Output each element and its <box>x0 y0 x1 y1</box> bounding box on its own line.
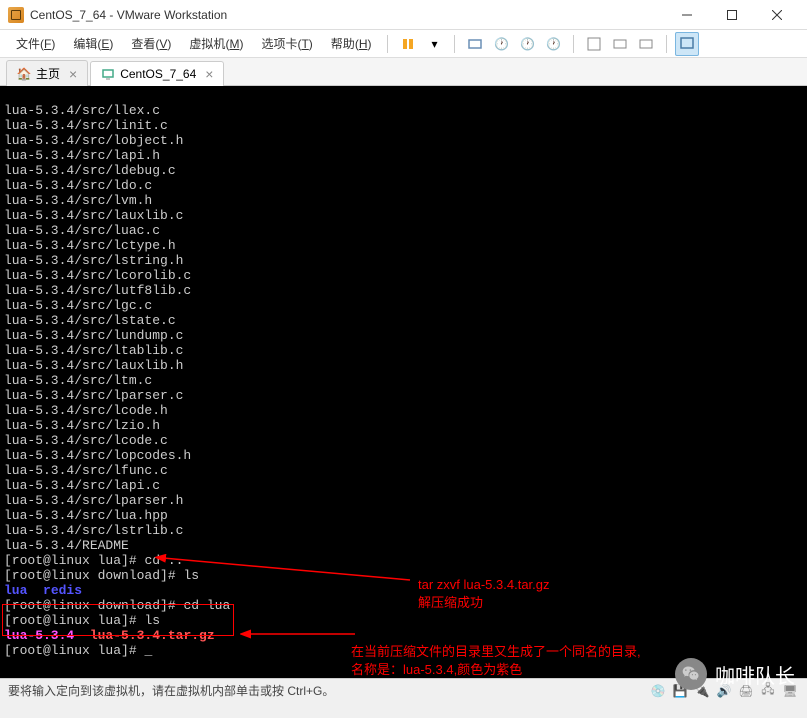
output-line: lua-5.3.4/src/lzio.h <box>4 418 160 433</box>
output-line: lua-5.3.4/src/lcode.c <box>4 433 168 448</box>
tab-label: CentOS_7_64 <box>120 67 196 81</box>
highlight-box <box>2 604 234 636</box>
annotation-bottom: 在当前压缩文件的目录里又生成了一个同名的目录, 名称是：lua-5.3.4,颜色… <box>351 643 641 678</box>
output-line: lua-5.3.4/src/lcorolib.c <box>4 268 191 283</box>
cursor: _ <box>144 643 152 658</box>
tab-label: 主页 <box>36 65 60 82</box>
prompt: [root@linux lua]# <box>4 643 144 658</box>
output-line: lua-5.3.4/src/lapi.c <box>4 478 160 493</box>
output-line: lua-5.3.4/src/lstrlib.c <box>4 523 183 538</box>
output-line: lua-5.3.4/src/ltm.c <box>4 373 152 388</box>
output-line: lua-5.3.4/src/lgc.c <box>4 298 152 313</box>
manage-button[interactable]: 🕐 <box>541 32 565 56</box>
tab-close-button[interactable]: × <box>205 66 213 82</box>
pause-button[interactable] <box>396 32 420 56</box>
cdrom-icon[interactable]: 💿 <box>649 682 667 700</box>
dropdown-button[interactable]: ▾ <box>422 32 446 56</box>
menu-file[interactable]: 文件(F) <box>8 31 63 56</box>
output-line: lua-5.3.4/README <box>4 538 129 553</box>
menu-edit[interactable]: 编辑(E) <box>65 31 121 56</box>
output-line: lua-5.3.4/src/lutf8lib.c <box>4 283 191 298</box>
command: ls <box>183 568 199 583</box>
snapshot-button[interactable]: 🕐 <box>489 32 513 56</box>
dir-name: redis <box>43 583 82 598</box>
output-line: lua-5.3.4/src/lstring.h <box>4 253 183 268</box>
menu-tabs[interactable]: 选项卡(T) <box>253 31 320 56</box>
vm-icon <box>101 67 115 81</box>
close-button[interactable] <box>754 1 799 29</box>
output-line: lua-5.3.4/src/ldebug.c <box>4 163 176 178</box>
window-controls <box>664 1 799 29</box>
output-line: lua-5.3.4/src/lobject.h <box>4 133 183 148</box>
output-line: lua-5.3.4/src/ltablib.c <box>4 343 183 358</box>
vmware-icon <box>8 7 24 23</box>
output-line: lua-5.3.4/src/ldo.c <box>4 178 152 193</box>
menu-help[interactable]: 帮助(H) <box>323 31 380 56</box>
tab-close-button[interactable]: × <box>69 66 77 82</box>
unity-button[interactable] <box>608 32 632 56</box>
output-line: lua-5.3.4/src/lapi.h <box>4 148 160 163</box>
prompt: [root@linux download]# <box>4 568 183 583</box>
tab-home[interactable]: 🏠 主页 × <box>6 60 88 86</box>
window-title: CentOS_7_64 - VMware Workstation <box>30 8 227 22</box>
output-line: lua-5.3.4/src/lauxlib.h <box>4 358 183 373</box>
output-line: lua-5.3.4/src/lopcodes.h <box>4 448 191 463</box>
output-line: lua-5.3.4/src/lparser.c <box>4 388 183 403</box>
output-line: lua-5.3.4/src/lparser.h <box>4 493 183 508</box>
dir-name: lua <box>4 583 27 598</box>
send-button[interactable] <box>463 32 487 56</box>
watermark-text: 咖啡队长 <box>715 660 795 689</box>
tabbar: 🏠 主页 × CentOS_7_64 × <box>0 58 807 86</box>
output-line: lua-5.3.4/src/luac.c <box>4 223 160 238</box>
menu-view[interactable]: 查看(V) <box>123 31 179 56</box>
arrow-annotation <box>240 624 360 644</box>
status-text: 要将输入定向到该虚拟机，请在虚拟机内部单击或按 Ctrl+G。 <box>8 682 334 699</box>
thumbnail-button[interactable] <box>634 32 658 56</box>
terminal[interactable]: lua-5.3.4/src/llex.c lua-5.3.4/src/linit… <box>0 86 807 678</box>
wechat-icon <box>675 658 707 690</box>
output-line: lua-5.3.4/src/lstate.c <box>4 313 176 328</box>
output-line: lua-5.3.4/src/linit.c <box>4 118 168 133</box>
output-line: lua-5.3.4/src/lundump.c <box>4 328 183 343</box>
command: cd .. <box>144 553 183 568</box>
watermark: 咖啡队长 <box>675 658 795 690</box>
output-line: lua-5.3.4/src/lauxlib.c <box>4 208 183 223</box>
prompt: [root@linux lua]# <box>4 553 144 568</box>
maximize-button[interactable] <box>709 1 754 29</box>
tab-vm[interactable]: CentOS_7_64 × <box>90 61 224 86</box>
output-line: lua-5.3.4/src/llex.c <box>4 103 160 118</box>
output-line: lua-5.3.4/src/lcode.h <box>4 403 168 418</box>
fullscreen-button[interactable] <box>582 32 606 56</box>
home-icon: 🏠 <box>17 67 31 81</box>
output-line: lua-5.3.4/src/lfunc.c <box>4 463 168 478</box>
annotation-top: tar zxvf lua-5.3.4.tar.gz 解压缩成功 <box>418 576 550 612</box>
output-line: lua-5.3.4/src/lctype.h <box>4 238 176 253</box>
menu-vm[interactable]: 虚拟机(M) <box>181 31 251 56</box>
revert-button[interactable]: 🕐 <box>515 32 539 56</box>
console-button[interactable] <box>675 32 699 56</box>
output-line: lua-5.3.4/src/lvm.h <box>4 193 152 208</box>
minimize-button[interactable] <box>664 1 709 29</box>
menubar: 文件(F) 编辑(E) 查看(V) 虚拟机(M) 选项卡(T) 帮助(H) ▾ … <box>0 30 807 58</box>
titlebar: CentOS_7_64 - VMware Workstation <box>0 0 807 30</box>
output-line: lua-5.3.4/src/lua.hpp <box>4 508 168 523</box>
